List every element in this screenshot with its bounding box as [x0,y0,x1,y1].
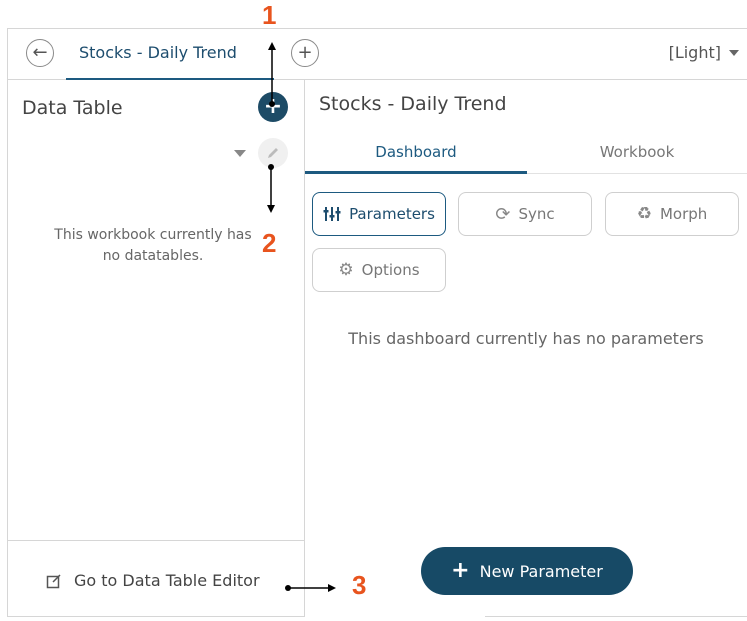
app-window: ← Stocks - Daily Trend + [Light] Data Ta… [0,0,747,621]
annotation-arrows [267,42,336,592]
